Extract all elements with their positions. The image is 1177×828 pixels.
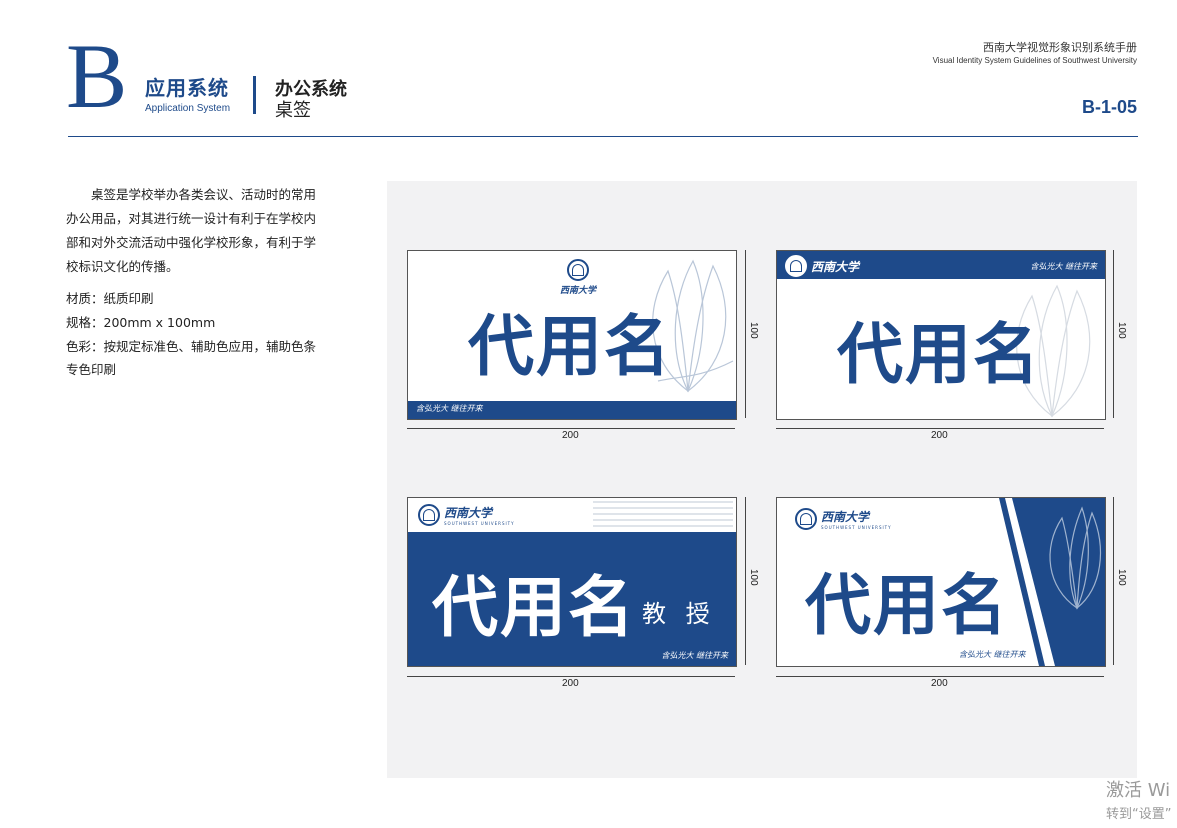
height-label: 100 bbox=[1116, 569, 1127, 586]
university-logo: 西南大学 bbox=[560, 259, 596, 296]
section-title-en: Application System bbox=[145, 103, 231, 114]
name-placeholder: 代用名 bbox=[837, 315, 1041, 393]
page-code: B-1-05 bbox=[1081, 97, 1137, 117]
spec-size: 规格：200mm x 100mm bbox=[66, 315, 216, 330]
name-placeholder: 代用名 bbox=[805, 566, 1009, 644]
motto: 含弘光大 继往开来 bbox=[1030, 262, 1097, 271]
manual-title-en: Visual Identity System Guidelines of Sou… bbox=[932, 56, 1137, 65]
name-placeholder: 代用名 bbox=[432, 568, 636, 646]
desk-sign-4: 西南大学 SOUTHWEST UNIVERSITY 代用名 含弘光大 继往开来 bbox=[776, 497, 1106, 667]
logo-text: 西南大学 bbox=[444, 506, 493, 520]
width-label: 200 bbox=[562, 678, 579, 689]
header-rule bbox=[68, 136, 1138, 137]
desk-sign-3: 西南大学 SOUTHWEST UNIVERSITY 代用名 教 授 含弘光大 继… bbox=[407, 497, 737, 667]
height-label: 100 bbox=[748, 322, 759, 339]
height-dimension-line bbox=[745, 250, 746, 418]
section-letter: B bbox=[66, 25, 128, 127]
desk-sign-1: 西南大学 代用名 含弘光大 继往开来 bbox=[407, 250, 737, 420]
height-dimension-line bbox=[1113, 497, 1114, 665]
width-label: 200 bbox=[931, 430, 948, 441]
width-label: 200 bbox=[562, 430, 579, 441]
spec-material: 材质：纸质印刷 bbox=[66, 291, 154, 306]
university-logo: 西南大学 bbox=[785, 255, 859, 277]
motto: 含弘光大 继往开来 bbox=[661, 651, 728, 660]
activation-watermark: 激活 Wi bbox=[1106, 780, 1171, 801]
logo-text-en: SOUTHWEST UNIVERSITY bbox=[821, 525, 892, 530]
logo-text: 西南大学 bbox=[811, 259, 860, 274]
width-dimension-line bbox=[776, 428, 1104, 429]
name-placeholder: 代用名 bbox=[468, 307, 672, 385]
motto: 含弘光大 继往开来 bbox=[416, 404, 483, 413]
height-label: 100 bbox=[748, 569, 759, 586]
description-text: 桌签是学校举办各类会议、活动时的常用办公用品，对其进行统一设计有利于在学校内部和… bbox=[66, 187, 317, 274]
logo-text-en: SOUTHWEST UNIVERSITY bbox=[444, 521, 515, 526]
section-title-cn: 应用系统 bbox=[145, 76, 229, 100]
title-suffix: 教 授 bbox=[642, 600, 716, 628]
activation-watermark-hint: 转到“设置” bbox=[1106, 807, 1172, 822]
university-logo: 西南大学 SOUTHWEST UNIVERSITY bbox=[795, 508, 892, 530]
seal-icon bbox=[785, 255, 807, 277]
subtitle-item: 桌签 bbox=[275, 100, 311, 121]
logo-text: 西南大学 bbox=[821, 510, 870, 524]
seal-icon bbox=[567, 259, 589, 281]
width-label: 200 bbox=[931, 678, 948, 689]
seal-icon bbox=[795, 508, 817, 530]
seal-icon bbox=[418, 504, 440, 526]
manual-title-cn: 西南大学视觉形象识别系统手册 bbox=[983, 41, 1137, 54]
spec-color: 色彩：按规定标准色、辅助色应用，辅助色条专色印刷 bbox=[66, 339, 317, 377]
width-dimension-line bbox=[407, 676, 735, 677]
width-dimension-line bbox=[407, 428, 735, 429]
header-divider bbox=[253, 76, 256, 114]
motto: 含弘光大 继往开来 bbox=[959, 650, 1026, 659]
height-dimension-line bbox=[745, 497, 746, 665]
university-logo: 西南大学 SOUTHWEST UNIVERSITY bbox=[418, 504, 515, 526]
pattern-lines-icon bbox=[593, 501, 733, 527]
desk-sign-2: 西南大学 含弘光大 继往开来 代用名 bbox=[776, 250, 1106, 420]
width-dimension-line bbox=[776, 676, 1104, 677]
height-label: 100 bbox=[1116, 322, 1127, 339]
height-dimension-line bbox=[1113, 250, 1114, 418]
